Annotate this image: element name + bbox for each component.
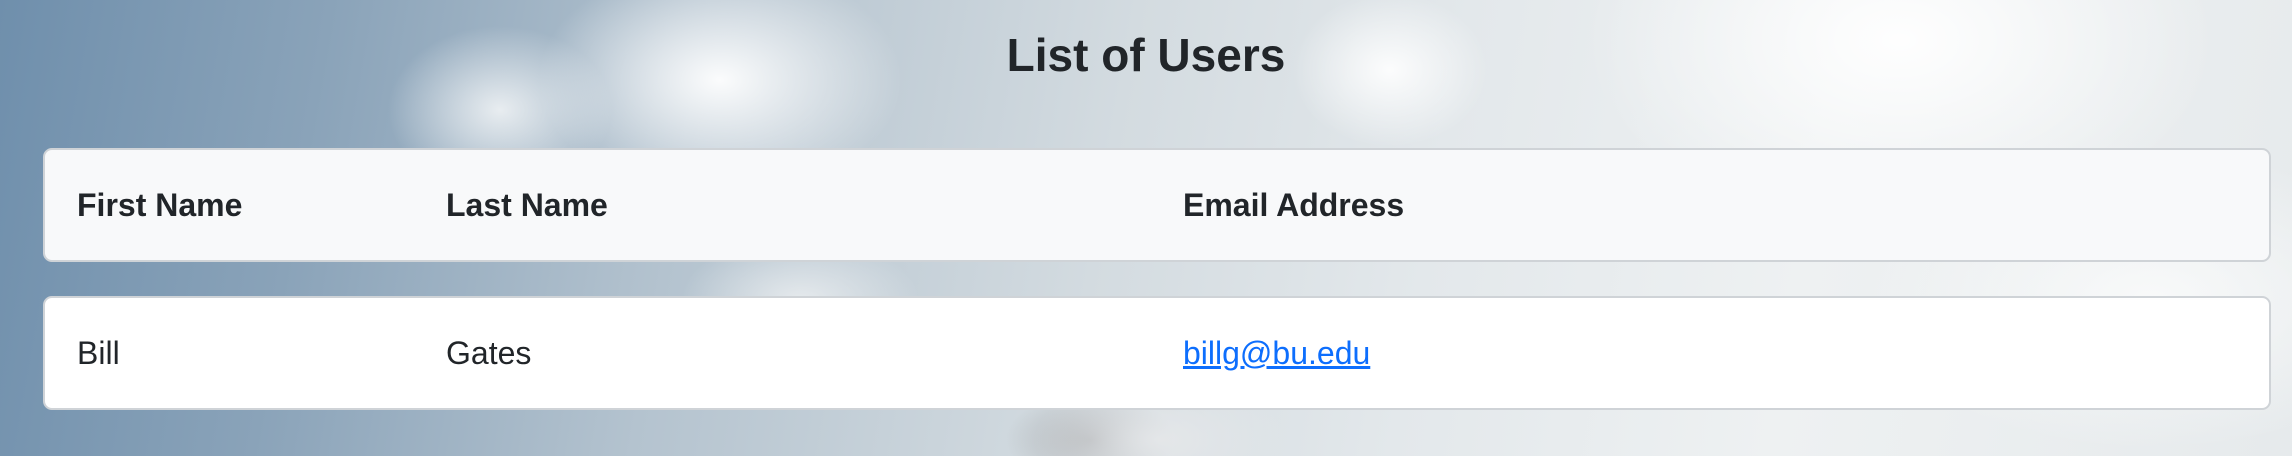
cell-first-name: Bill bbox=[77, 335, 120, 371]
cell-email: billg@bu.edu bbox=[1183, 298, 1370, 408]
column-header-first-name: First Name bbox=[77, 187, 243, 223]
column-header-last-name: Last Name bbox=[446, 187, 608, 223]
page-title: List of Users bbox=[1006, 29, 1286, 81]
cell-last-name: Gates bbox=[446, 335, 532, 371]
email-link[interactable]: billg@bu.edu bbox=[1183, 335, 1370, 371]
column-header-email: Email Address bbox=[1183, 187, 1405, 223]
table-header-row: First Name Last Name Email Address bbox=[43, 148, 2271, 262]
table-row: Bill Gates billg@bu.edu bbox=[43, 296, 2271, 410]
